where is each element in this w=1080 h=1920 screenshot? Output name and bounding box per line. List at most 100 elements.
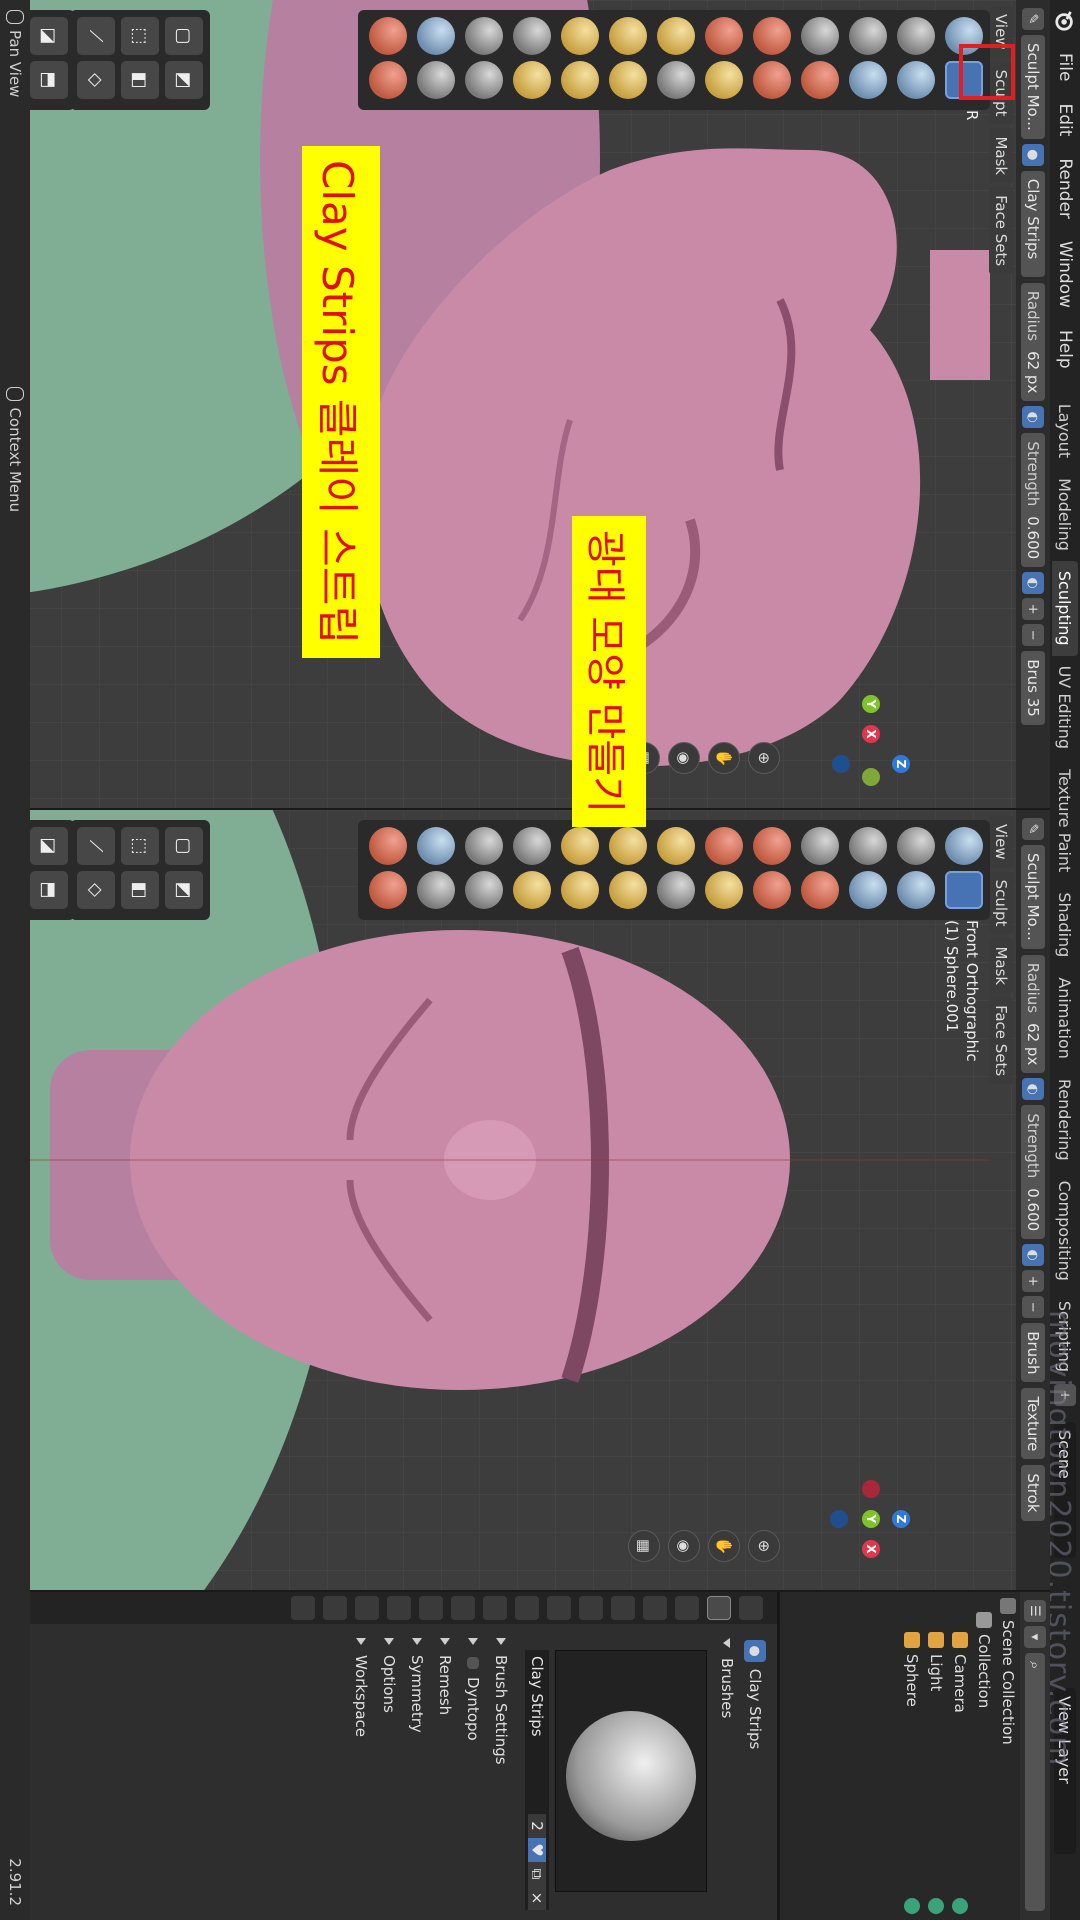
menu-face-sets-right[interactable]: Face Sets bbox=[989, 997, 1013, 1085]
scrape-brush-icon-r[interactable] bbox=[657, 827, 695, 865]
object-tab-icon[interactable] bbox=[515, 1596, 539, 1620]
tab-uv-editing[interactable]: UV Editing bbox=[1052, 656, 1078, 759]
pinch-brush-icon-r[interactable] bbox=[609, 827, 647, 865]
mesh-filter-icon-r[interactable]: ◇ bbox=[77, 871, 115, 909]
data-tab-icon[interactable] bbox=[355, 1596, 379, 1620]
gizmo-neg-z-r[interactable] bbox=[830, 1510, 848, 1528]
draw-sharp-brush-icon-r[interactable] bbox=[897, 827, 935, 865]
tab-modeling[interactable]: Modeling bbox=[1052, 468, 1078, 561]
elastic-deform-brush-icon-r[interactable] bbox=[561, 827, 599, 865]
annotate-icon[interactable]: ⬒ bbox=[30, 61, 68, 99]
modifier-tab-icon[interactable] bbox=[483, 1596, 507, 1620]
brush-user-count[interactable]: 2 bbox=[528, 1814, 546, 1838]
brush-datablock[interactable]: Clay Strips 2 ♥ ⧉ × bbox=[525, 1650, 549, 1910]
brush-mode-icon-right[interactable]: ✎ bbox=[1022, 818, 1044, 840]
menu-face-sets[interactable]: Face Sets bbox=[989, 187, 1013, 275]
subtract-direction-button-right[interactable]: − bbox=[1022, 1296, 1044, 1319]
draw-sharp-brush-icon[interactable] bbox=[897, 17, 935, 55]
gizmo-z-axis-r[interactable]: Z bbox=[892, 1510, 910, 1528]
navigation-gizmo-left[interactable]: Z X Y bbox=[824, 690, 920, 786]
grab-brush-icon[interactable] bbox=[609, 61, 647, 99]
radius-pressure-icon[interactable]: ◐ bbox=[1022, 406, 1044, 429]
nudge-brush-icon-r[interactable] bbox=[465, 827, 503, 865]
dyntopo-section[interactable]: Dyntopo bbox=[459, 1638, 487, 1910]
camera-view-icon[interactable]: ◉ bbox=[668, 742, 700, 774]
clay-brush-icon-r[interactable] bbox=[897, 871, 935, 909]
menu-help[interactable]: Help bbox=[1055, 319, 1075, 380]
pinch-brush-icon[interactable] bbox=[609, 17, 647, 55]
add-direction-button[interactable]: + bbox=[1022, 598, 1044, 621]
brush-mode-icon[interactable]: ✎ bbox=[1022, 8, 1044, 30]
blob-brush-icon-r[interactable] bbox=[801, 871, 839, 909]
blob-brush-icon[interactable] bbox=[801, 61, 839, 99]
slide-relax-brush-icon-r[interactable] bbox=[417, 827, 455, 865]
elastic-deform-brush-icon[interactable] bbox=[561, 17, 599, 55]
light-data-icon[interactable] bbox=[928, 1898, 944, 1914]
viewport-left[interactable]: ✎ Sculpt Mo... ● Clay Strips Radius 62 px… bbox=[0, 0, 1050, 810]
box-hide-icon-r[interactable]: ◩ bbox=[165, 871, 203, 909]
duplicate-brush-icon[interactable]: ⧉ bbox=[528, 1862, 546, 1886]
outliner-filter-icon[interactable]: ▾ bbox=[1024, 1626, 1046, 1648]
ortho-toggle-icon-r[interactable]: ▦ bbox=[628, 1530, 660, 1562]
clay-brush-icon[interactable] bbox=[897, 61, 935, 99]
constraints-tab-icon[interactable] bbox=[387, 1596, 411, 1620]
box-trim-icon-r[interactable]: ◧ bbox=[121, 871, 159, 909]
clay-thumb-brush-icon[interactable] bbox=[849, 17, 887, 55]
fake-user-icon[interactable]: ♥ bbox=[528, 1838, 546, 1862]
tool-tab-icon[interactable] bbox=[739, 1596, 763, 1620]
pan-hand-icon[interactable]: ✋ bbox=[708, 742, 740, 774]
flatten-brush-icon[interactable] bbox=[705, 17, 743, 55]
line-project-icon[interactable]: ⟋ bbox=[77, 17, 115, 55]
simplify-brush-icon[interactable] bbox=[369, 61, 407, 99]
menu-edit[interactable]: Edit bbox=[1055, 92, 1075, 147]
box-hide-icon[interactable]: ◩ bbox=[165, 61, 203, 99]
brush-menu-right[interactable]: Brush bbox=[1021, 1323, 1045, 1383]
texture-menu[interactable]: Texture bbox=[1021, 1388, 1045, 1460]
pose-brush-icon-r[interactable] bbox=[513, 871, 551, 909]
view-layer-tab-icon[interactable] bbox=[611, 1596, 635, 1620]
tab-animation[interactable]: Animation bbox=[1052, 967, 1078, 1069]
options-section[interactable]: Options bbox=[375, 1638, 403, 1910]
smooth-brush-icon[interactable] bbox=[753, 61, 791, 99]
pan-hand-icon-r[interactable]: ✋ bbox=[708, 1530, 740, 1562]
box-face-set-icon[interactable]: ⬚ bbox=[121, 17, 159, 55]
annotate-icon-r[interactable]: ⬒ bbox=[30, 871, 68, 909]
active-brush-icon[interactable]: ● bbox=[1022, 143, 1044, 166]
viewport-right[interactable]: ✎ Sculpt Mo... Radius 62 px ◐ Strength 0.6… bbox=[0, 810, 1050, 1592]
tab-compositing[interactable]: Compositing bbox=[1052, 1171, 1078, 1291]
inflate-brush-icon-r[interactable] bbox=[801, 827, 839, 865]
tab-rendering[interactable]: Rendering bbox=[1052, 1069, 1078, 1171]
cloth-brush-icon[interactable] bbox=[369, 17, 407, 55]
simplify-brush-icon-r[interactable] bbox=[369, 871, 407, 909]
render-tab-icon[interactable] bbox=[675, 1596, 699, 1620]
menu-view-right[interactable]: View bbox=[989, 816, 1013, 868]
gizmo-neg-y[interactable] bbox=[862, 768, 880, 786]
slide-relax-brush-icon[interactable] bbox=[417, 17, 455, 55]
gizmo-y-axis[interactable]: Y bbox=[862, 695, 880, 713]
scrape-brush-icon[interactable] bbox=[657, 17, 695, 55]
gizmo-z-axis[interactable]: Z bbox=[892, 755, 910, 773]
multiplane-scrape-brush-icon-r[interactable] bbox=[657, 871, 695, 909]
outliner-light[interactable]: Light bbox=[924, 1592, 948, 1920]
symmetry-section[interactable]: Symmetry bbox=[403, 1638, 431, 1910]
mode-selector-right[interactable]: Sculpt Mo... bbox=[1021, 845, 1045, 949]
crease-brush-icon[interactable] bbox=[753, 17, 791, 55]
outliner-sphere[interactable]: Sphere bbox=[900, 1592, 924, 1920]
gizmo-neg-z[interactable] bbox=[832, 755, 850, 773]
cloth-brush-icon-r[interactable] bbox=[369, 827, 407, 865]
layer-brush-icon-r[interactable] bbox=[849, 871, 887, 909]
particles-tab-icon[interactable] bbox=[451, 1596, 475, 1620]
strength-pressure-icon-right[interactable]: ◐ bbox=[1022, 1244, 1044, 1267]
camera-data-icon[interactable] bbox=[952, 1898, 968, 1914]
unlink-brush-button[interactable]: × bbox=[528, 1886, 546, 1910]
flatten-brush-icon-r[interactable] bbox=[705, 827, 743, 865]
clay-strips-brush-icon-r[interactable] bbox=[945, 871, 983, 909]
snake-hook-brush-icon[interactable] bbox=[561, 61, 599, 99]
tab-texture-paint[interactable]: Texture Paint bbox=[1052, 759, 1078, 882]
outliner-scene-collection[interactable]: Scene Collection bbox=[996, 1592, 1020, 1920]
remesh-section[interactable]: Remesh bbox=[431, 1638, 459, 1910]
blender-logo-icon[interactable] bbox=[1054, 10, 1076, 32]
workspace-section[interactable]: Workspace bbox=[347, 1638, 375, 1910]
transform-icon-r[interactable]: ◪ bbox=[30, 827, 68, 865]
fill-brush-icon-r[interactable] bbox=[705, 871, 743, 909]
